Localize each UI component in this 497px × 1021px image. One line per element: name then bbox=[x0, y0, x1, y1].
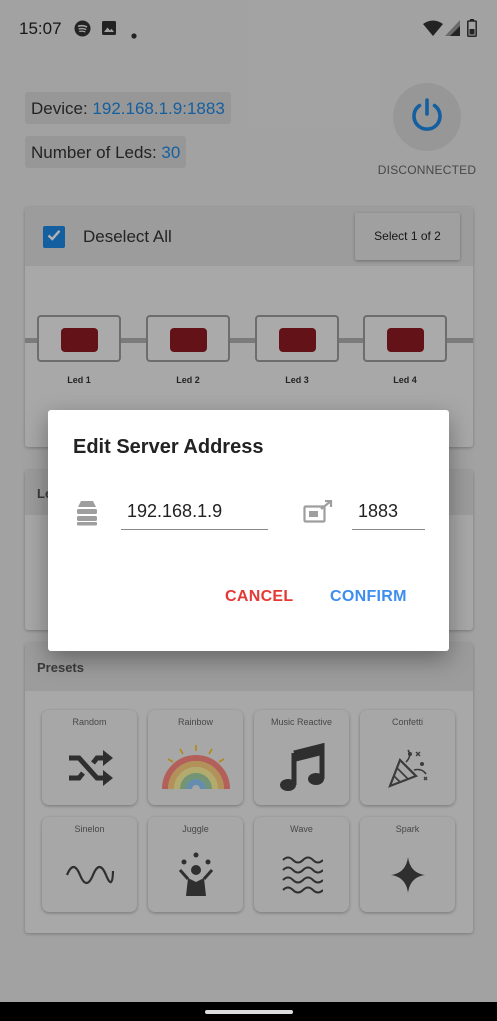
ip-address-input[interactable] bbox=[121, 494, 268, 530]
port-input[interactable] bbox=[352, 494, 425, 530]
port-icon bbox=[303, 499, 333, 529]
dialog-title: Edit Server Address bbox=[73, 436, 264, 458]
server-icon bbox=[76, 500, 98, 531]
cancel-button[interactable]: CANCEL bbox=[225, 588, 293, 606]
home-gesture-handle[interactable] bbox=[205, 1010, 293, 1014]
navigation-bar bbox=[0, 1002, 497, 1021]
edit-server-dialog: Edit Server Address CANCEL CONFIRM bbox=[48, 410, 449, 651]
confirm-button[interactable]: CONFIRM bbox=[330, 588, 407, 606]
